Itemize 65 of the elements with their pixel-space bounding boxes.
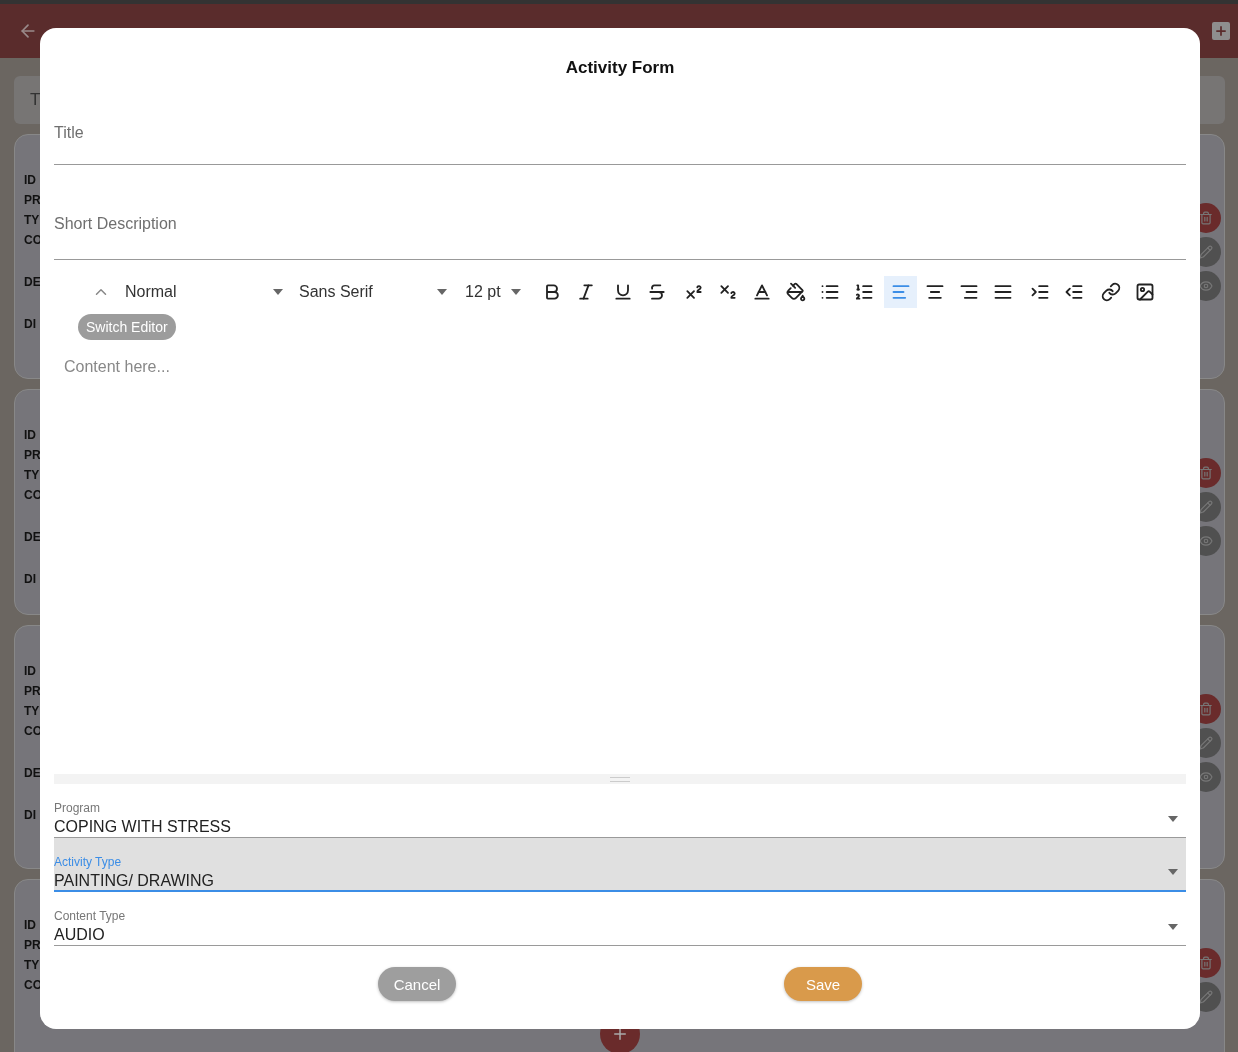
align-center-icon: [924, 282, 945, 302]
eye-icon: [1199, 534, 1213, 548]
pencil-icon: [1199, 500, 1213, 514]
text-field[interactable]: Short Description: [54, 189, 1186, 260]
font-dropdown[interactable]: Sans Serif: [299, 277, 447, 307]
align-right-icon: [958, 282, 979, 302]
caret-icon: [1168, 815, 1178, 822]
image-icon: [1134, 282, 1155, 302]
field-label: DE: [24, 530, 42, 544]
field-label: PR: [24, 938, 42, 952]
select-value: AUDIO: [54, 926, 106, 944]
select-label: Content Type: [54, 909, 126, 923]
select-field[interactable]: Content Type AUDIO: [54, 892, 1186, 946]
select-label: Program: [54, 801, 101, 815]
pencil-icon: [1199, 245, 1213, 259]
field-label: DE: [24, 766, 42, 780]
delete-icon: [1199, 211, 1213, 225]
field-label: ID: [24, 173, 37, 187]
field-label: PR: [24, 193, 42, 207]
select-label: Activity Type: [54, 854, 123, 869]
eye-icon: [1199, 279, 1213, 293]
field-label: DI: [24, 808, 37, 822]
field-label: ID: [24, 918, 37, 932]
pencil-icon: [1199, 736, 1213, 750]
select-value: COPING WITH STRESS: [54, 818, 231, 836]
caret-icon: [273, 289, 283, 295]
text-field[interactable]: Title: [54, 102, 1186, 165]
delete-icon: [1199, 702, 1213, 716]
outdent-icon: [1063, 282, 1084, 302]
align-left-icon: [890, 282, 911, 302]
caret-icon: [437, 289, 447, 295]
dialog-title: Activity Form: [565, 58, 675, 78]
add-button[interactable]: [1212, 22, 1230, 40]
pencil-icon: [1199, 990, 1213, 1004]
field-label: DE: [24, 275, 42, 289]
bullet-list-icon: [819, 282, 840, 302]
field-label: PR: [24, 448, 42, 462]
numbered-list-icon: [853, 282, 874, 302]
editor-placeholder: Content here...: [64, 358, 170, 375]
delete-icon: [1199, 956, 1213, 970]
field-label: TY: [24, 958, 41, 972]
plus-icon: [1214, 24, 1228, 38]
field-label: DI: [24, 572, 37, 586]
field-label: PR: [24, 684, 42, 698]
justify-icon: [992, 282, 1013, 302]
format-dropdown[interactable]: Normal: [125, 277, 283, 307]
caret-icon: [1168, 923, 1178, 930]
text-color-icon: [751, 282, 772, 302]
field-label: DI: [24, 317, 37, 331]
select-field[interactable]: Activity Type PAINTING/ DRAWING: [54, 838, 1186, 892]
field-label: TY: [24, 704, 41, 718]
field-label: TY: [24, 213, 41, 227]
field-label: TY: [24, 468, 41, 482]
delete-icon: [1199, 466, 1213, 480]
underline-icon: [612, 282, 633, 302]
indent-icon: [1029, 282, 1050, 302]
search-placeholder: T: [30, 90, 41, 110]
select-value: PAINTING/ DRAWING: [54, 871, 214, 890]
link-icon: [1100, 282, 1121, 302]
field-label: ID: [24, 664, 37, 678]
eye-icon: [1199, 770, 1213, 784]
caret-icon: [511, 289, 521, 295]
paint-bucket-icon: [785, 282, 806, 302]
field-label: ID: [24, 428, 37, 442]
size-dropdown[interactable]: 12 pt: [465, 277, 521, 307]
